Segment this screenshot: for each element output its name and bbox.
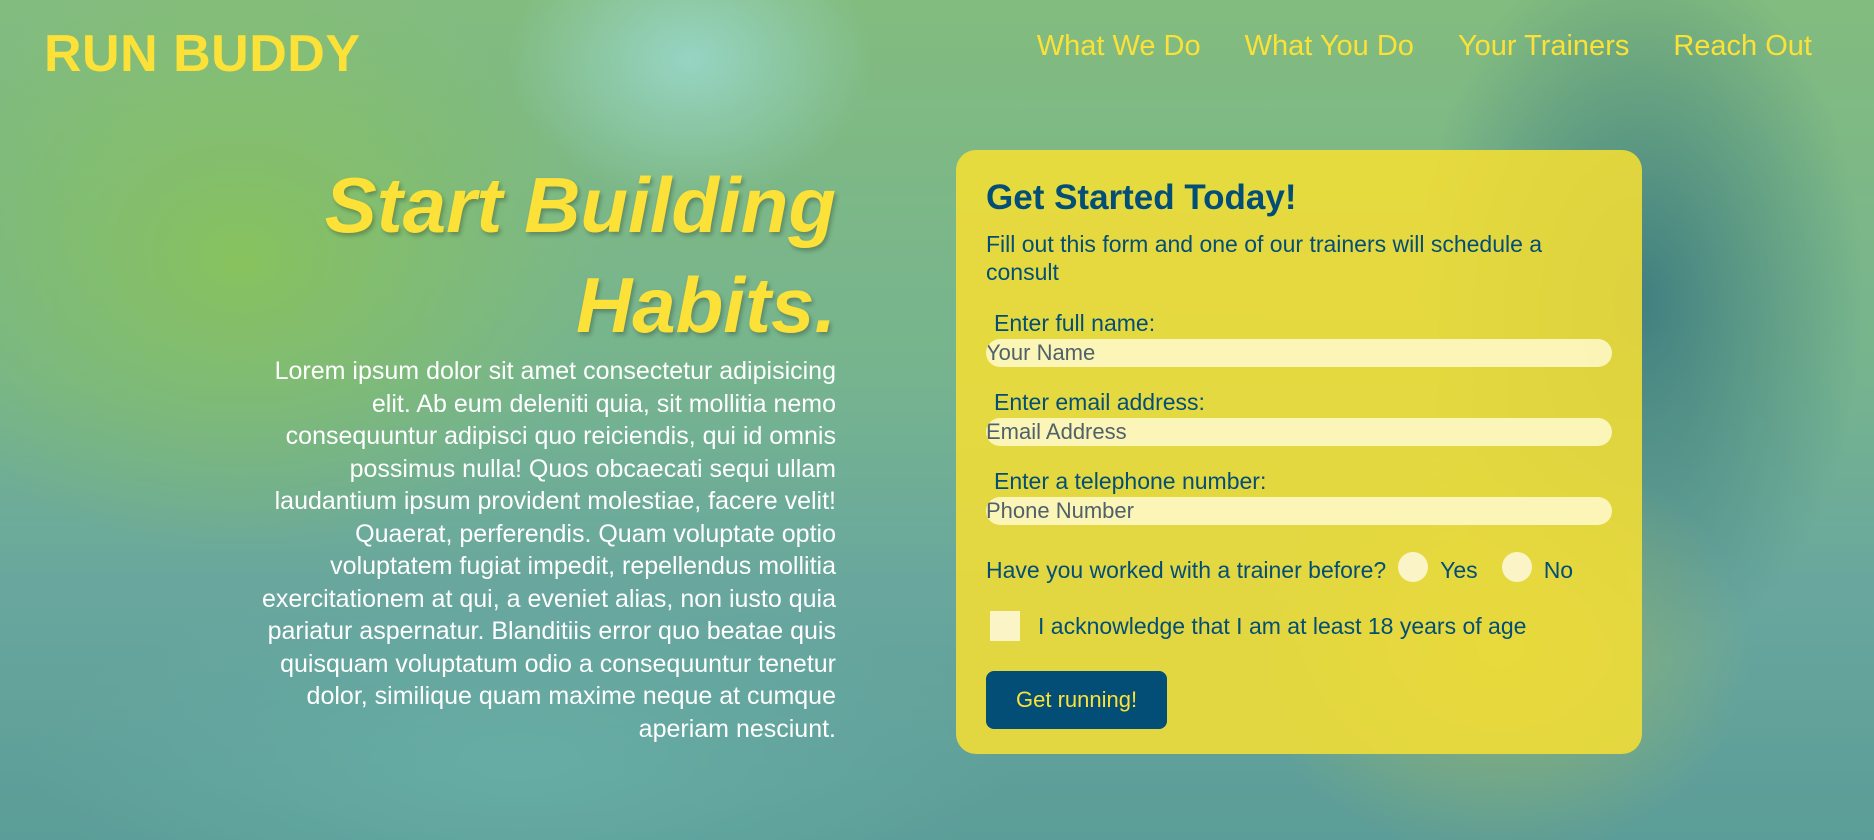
trainer-no-label: No xyxy=(1543,556,1574,583)
site-header: RUN BUDDY What We Do What You Do Your Tr… xyxy=(0,0,1874,100)
hero-body-text: Lorem ipsum dolor sit amet consectetur a… xyxy=(262,357,836,743)
name-field-group: Enter full name: xyxy=(986,310,1612,367)
age-acknowledge-label: I acknowledge that I am at least 18 year… xyxy=(1038,612,1527,639)
nav-link-reach-out[interactable]: Reach Out xyxy=(1673,30,1812,62)
site-logo[interactable]: RUN BUDDY xyxy=(44,24,361,84)
age-acknowledge-checkbox[interactable] xyxy=(990,611,1020,641)
signup-form-card: Get Started Today! Fill out this form an… xyxy=(956,150,1642,754)
get-running-button[interactable]: Get running! xyxy=(986,671,1168,729)
hero-copy: Start Building Habits. Lorem ipsum dolor… xyxy=(230,155,836,745)
nav-link-what-we-do[interactable]: What We Do xyxy=(1037,30,1201,62)
form-title: Get Started Today! xyxy=(986,178,1297,217)
email-field-group: Enter email address: xyxy=(986,389,1612,446)
trainer-yes-label: Yes xyxy=(1440,556,1478,583)
name-input[interactable] xyxy=(986,339,1612,367)
phone-label: Enter a telephone number: xyxy=(994,468,1267,494)
trainer-question-label: Have you worked with a trainer before? xyxy=(986,556,1387,583)
hero-title-line1: Start Building xyxy=(324,161,836,249)
trainer-yes-radio[interactable] xyxy=(1398,552,1429,582)
main-nav: What We Do What You Do Your Trainers Rea… xyxy=(993,30,1812,63)
trainer-no-radio[interactable] xyxy=(1501,552,1532,582)
name-label: Enter full name: xyxy=(994,310,1156,336)
form-intro: Fill out this form and one of our traine… xyxy=(986,231,1543,285)
age-acknowledge-row: I acknowledge that I am at least 18 year… xyxy=(986,611,1612,641)
email-label: Enter email address: xyxy=(994,389,1205,415)
nav-link-your-trainers[interactable]: Your Trainers xyxy=(1458,30,1629,62)
phone-input[interactable] xyxy=(986,497,1612,525)
nav-link-what-you-do[interactable]: What You Do xyxy=(1245,30,1414,62)
phone-field-group: Enter a telephone number: xyxy=(986,468,1612,525)
email-input[interactable] xyxy=(986,418,1612,446)
hero-title: Start Building Habits. xyxy=(230,155,836,355)
trainer-question-row: Have you worked with a trainer before? Y… xyxy=(986,552,1612,585)
hero-title-line2: Habits. xyxy=(575,261,836,349)
